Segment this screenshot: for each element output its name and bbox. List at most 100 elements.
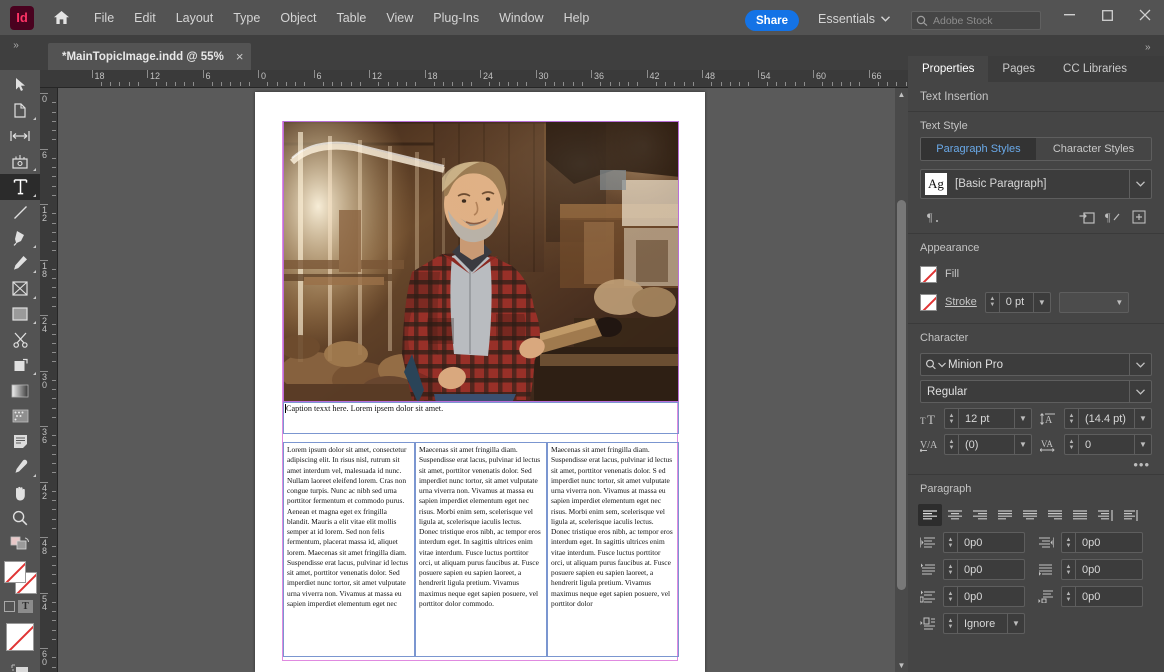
menu-table[interactable]: Table <box>326 6 376 30</box>
stepper-icon[interactable]: ▲ ▼ <box>944 614 958 633</box>
stepper-icon[interactable]: ▲ ▼ <box>944 587 958 606</box>
justify-left-button[interactable] <box>993 504 1017 526</box>
eyedropper-tool[interactable] <box>0 455 40 481</box>
first-line-indent-field[interactable]: ▲ ▼ 0p0 <box>943 559 1025 580</box>
align-away-spine-button[interactable] <box>1118 504 1142 526</box>
chevron-down-icon[interactable]: ▼ <box>1014 435 1031 454</box>
gradient-feather-tool[interactable] <box>0 404 40 430</box>
document-tab-close-icon[interactable]: × <box>236 49 244 64</box>
line-tool[interactable] <box>0 200 40 226</box>
menu-object[interactable]: Object <box>270 6 326 30</box>
chevron-down-icon[interactable] <box>1129 354 1151 375</box>
character-styles-button[interactable]: Character Styles <box>1036 138 1151 160</box>
caption-text-frame[interactable]: Caption texxt here. Lorem ipsem dolor si… <box>283 402 679 434</box>
right-panel-collapse-icon[interactable]: » <box>1145 42 1151 53</box>
direct-selection-tool[interactable] <box>0 98 40 124</box>
content-collector-tool[interactable] <box>0 149 40 175</box>
stroke-type-field[interactable]: ▼ <box>1058 291 1129 313</box>
stepper-icon[interactable]: ▲ ▼ <box>1062 560 1076 579</box>
menu-view[interactable]: View <box>376 6 423 30</box>
font-style-selector[interactable]: Regular <box>920 380 1152 403</box>
pilcrow-edit-icon[interactable]: ¶ <box>1100 206 1126 228</box>
pen-tool[interactable] <box>0 225 40 251</box>
fill-stroke-toggle-icon[interactable] <box>0 531 40 557</box>
frame-tool[interactable] <box>0 276 40 302</box>
stepper-icon[interactable]: ▲ ▼ <box>1065 435 1079 454</box>
rectangle-tool[interactable] <box>0 302 40 328</box>
chevron-down-icon[interactable]: ▼ <box>1014 409 1031 428</box>
font-size-field[interactable]: ▲ ▼ 12 pt ▼ <box>944 408 1032 429</box>
chevron-down-icon[interactable] <box>1129 381 1151 402</box>
scroll-up-arrow[interactable]: ▲ <box>895 88 908 101</box>
chevron-down-icon[interactable]: ▼ <box>1007 614 1024 633</box>
stepper-icon[interactable]: ▲ ▼ <box>1062 587 1076 606</box>
adobe-stock-search[interactable]: Adobe Stock <box>911 11 1041 30</box>
document-page[interactable]: Caption texxt here. Lorem ipsem dolor si… <box>255 92 705 672</box>
stroke-weight-field[interactable]: ▲ ▼ 0 pt ▼ <box>984 291 1051 313</box>
stepper-icon[interactable]: ▲ ▼ <box>1065 409 1079 428</box>
formatting-affects-text-icon[interactable]: T <box>18 600 33 613</box>
zoom-tool[interactable] <box>0 506 40 532</box>
tracking-field[interactable]: ▲ ▼ 0 ▼ <box>1064 434 1152 455</box>
font-family-selector[interactable]: Minion Pro <box>920 353 1152 376</box>
left-panel-collapse-icon[interactable]: » <box>4 38 28 52</box>
share-button[interactable]: Share <box>745 10 799 31</box>
stepper-icon[interactable]: ▲ ▼ <box>944 533 958 552</box>
menu-window[interactable]: Window <box>489 6 553 30</box>
font-search-icon[interactable] <box>921 359 946 370</box>
stepper-icon[interactable]: ▲ ▼ <box>944 560 958 579</box>
chevron-down-icon[interactable]: ▼ <box>1134 435 1151 454</box>
tab-properties[interactable]: Properties <box>908 56 989 82</box>
stroke-label[interactable]: Stroke <box>945 296 977 308</box>
paragraph-style-selector[interactable]: Ag [Basic Paragraph] <box>920 169 1152 199</box>
hand-tool[interactable] <box>0 480 40 506</box>
paragraph-styles-button[interactable]: Paragraph Styles <box>921 138 1036 160</box>
text-frame-column-2[interactable]: Maecenas sit amet fringilla diam. Suspen… <box>415 442 547 657</box>
image-frame[interactable] <box>283 121 679 402</box>
left-indent-field[interactable]: ▲ ▼ 0p0 <box>943 532 1025 553</box>
close-button[interactable] <box>1126 0 1164 30</box>
menu-edit[interactable]: Edit <box>124 6 166 30</box>
justify-center-button[interactable] <box>1018 504 1042 526</box>
stepper-icon[interactable]: ▲ ▼ <box>945 409 959 428</box>
menu-layout[interactable]: Layout <box>166 6 224 30</box>
menu-type[interactable]: Type <box>223 6 270 30</box>
align-toward-spine-button[interactable] <box>1093 504 1117 526</box>
fill-swatch[interactable] <box>4 560 26 583</box>
menu-file[interactable]: File <box>84 6 124 30</box>
tab-cc-libraries[interactable]: CC Libraries <box>1049 56 1141 82</box>
formatting-affects-container-icon[interactable] <box>4 601 15 612</box>
stepper-icon[interactable]: ▲ ▼ <box>1062 533 1076 552</box>
right-indent-field[interactable]: ▲ ▼ 0p0 <box>1061 532 1143 553</box>
insert-frame-icon[interactable] <box>1074 206 1100 228</box>
scissors-tool[interactable] <box>0 327 40 353</box>
text-frame-column-3[interactable]: Maecenas sit amet fringilla diam. Suspen… <box>547 442 679 657</box>
stepper-icon[interactable]: ▲ ▼ <box>945 435 959 454</box>
canvas-vertical-scrollbar[interactable]: ▲ ▼ <box>895 88 908 672</box>
stepper-icon[interactable]: ▲ ▼ <box>986 292 1000 312</box>
new-style-icon[interactable] <box>1126 206 1152 228</box>
workspace-switcher[interactable]: Essentials <box>818 12 890 26</box>
stroke-color-swatch[interactable] <box>920 293 937 311</box>
last-line-indent-field[interactable]: ▲ ▼ 0p0 <box>1061 559 1143 580</box>
scroll-down-arrow[interactable]: ▼ <box>895 659 908 672</box>
type-tool[interactable] <box>0 174 40 200</box>
space-after-field[interactable]: ▲ ▼ 0p0 <box>1061 586 1143 607</box>
justify-all-button[interactable] <box>1068 504 1092 526</box>
document-tab[interactable]: *MainTopicImage.indd @ 55% × <box>48 43 252 70</box>
home-icon[interactable] <box>46 5 76 31</box>
chevron-down-icon[interactable]: ▼ <box>1032 292 1050 312</box>
gap-tool[interactable] <box>0 123 40 149</box>
note-tool[interactable] <box>0 429 40 455</box>
gradient-swatch-tool[interactable] <box>0 378 40 404</box>
text-frame-column-1[interactable]: Lorem ipsum dolor sit amet, consectetur … <box>283 442 415 657</box>
apply-none-swatch[interactable] <box>6 622 34 651</box>
menu-plugins[interactable]: Plug-Ins <box>423 6 489 30</box>
document-canvas[interactable]: Caption texxt here. Lorem ipsem dolor si… <box>58 88 908 672</box>
maximize-button[interactable] <box>1088 0 1126 30</box>
vertical-ruler[interactable]: 0 6 12 18 24 30 36 42 48 54 60 <box>40 88 58 672</box>
scrollbar-thumb[interactable] <box>897 200 906 590</box>
align-center-button[interactable] <box>943 504 967 526</box>
justify-right-button[interactable] <box>1043 504 1067 526</box>
chevron-down-icon[interactable] <box>1129 170 1151 198</box>
